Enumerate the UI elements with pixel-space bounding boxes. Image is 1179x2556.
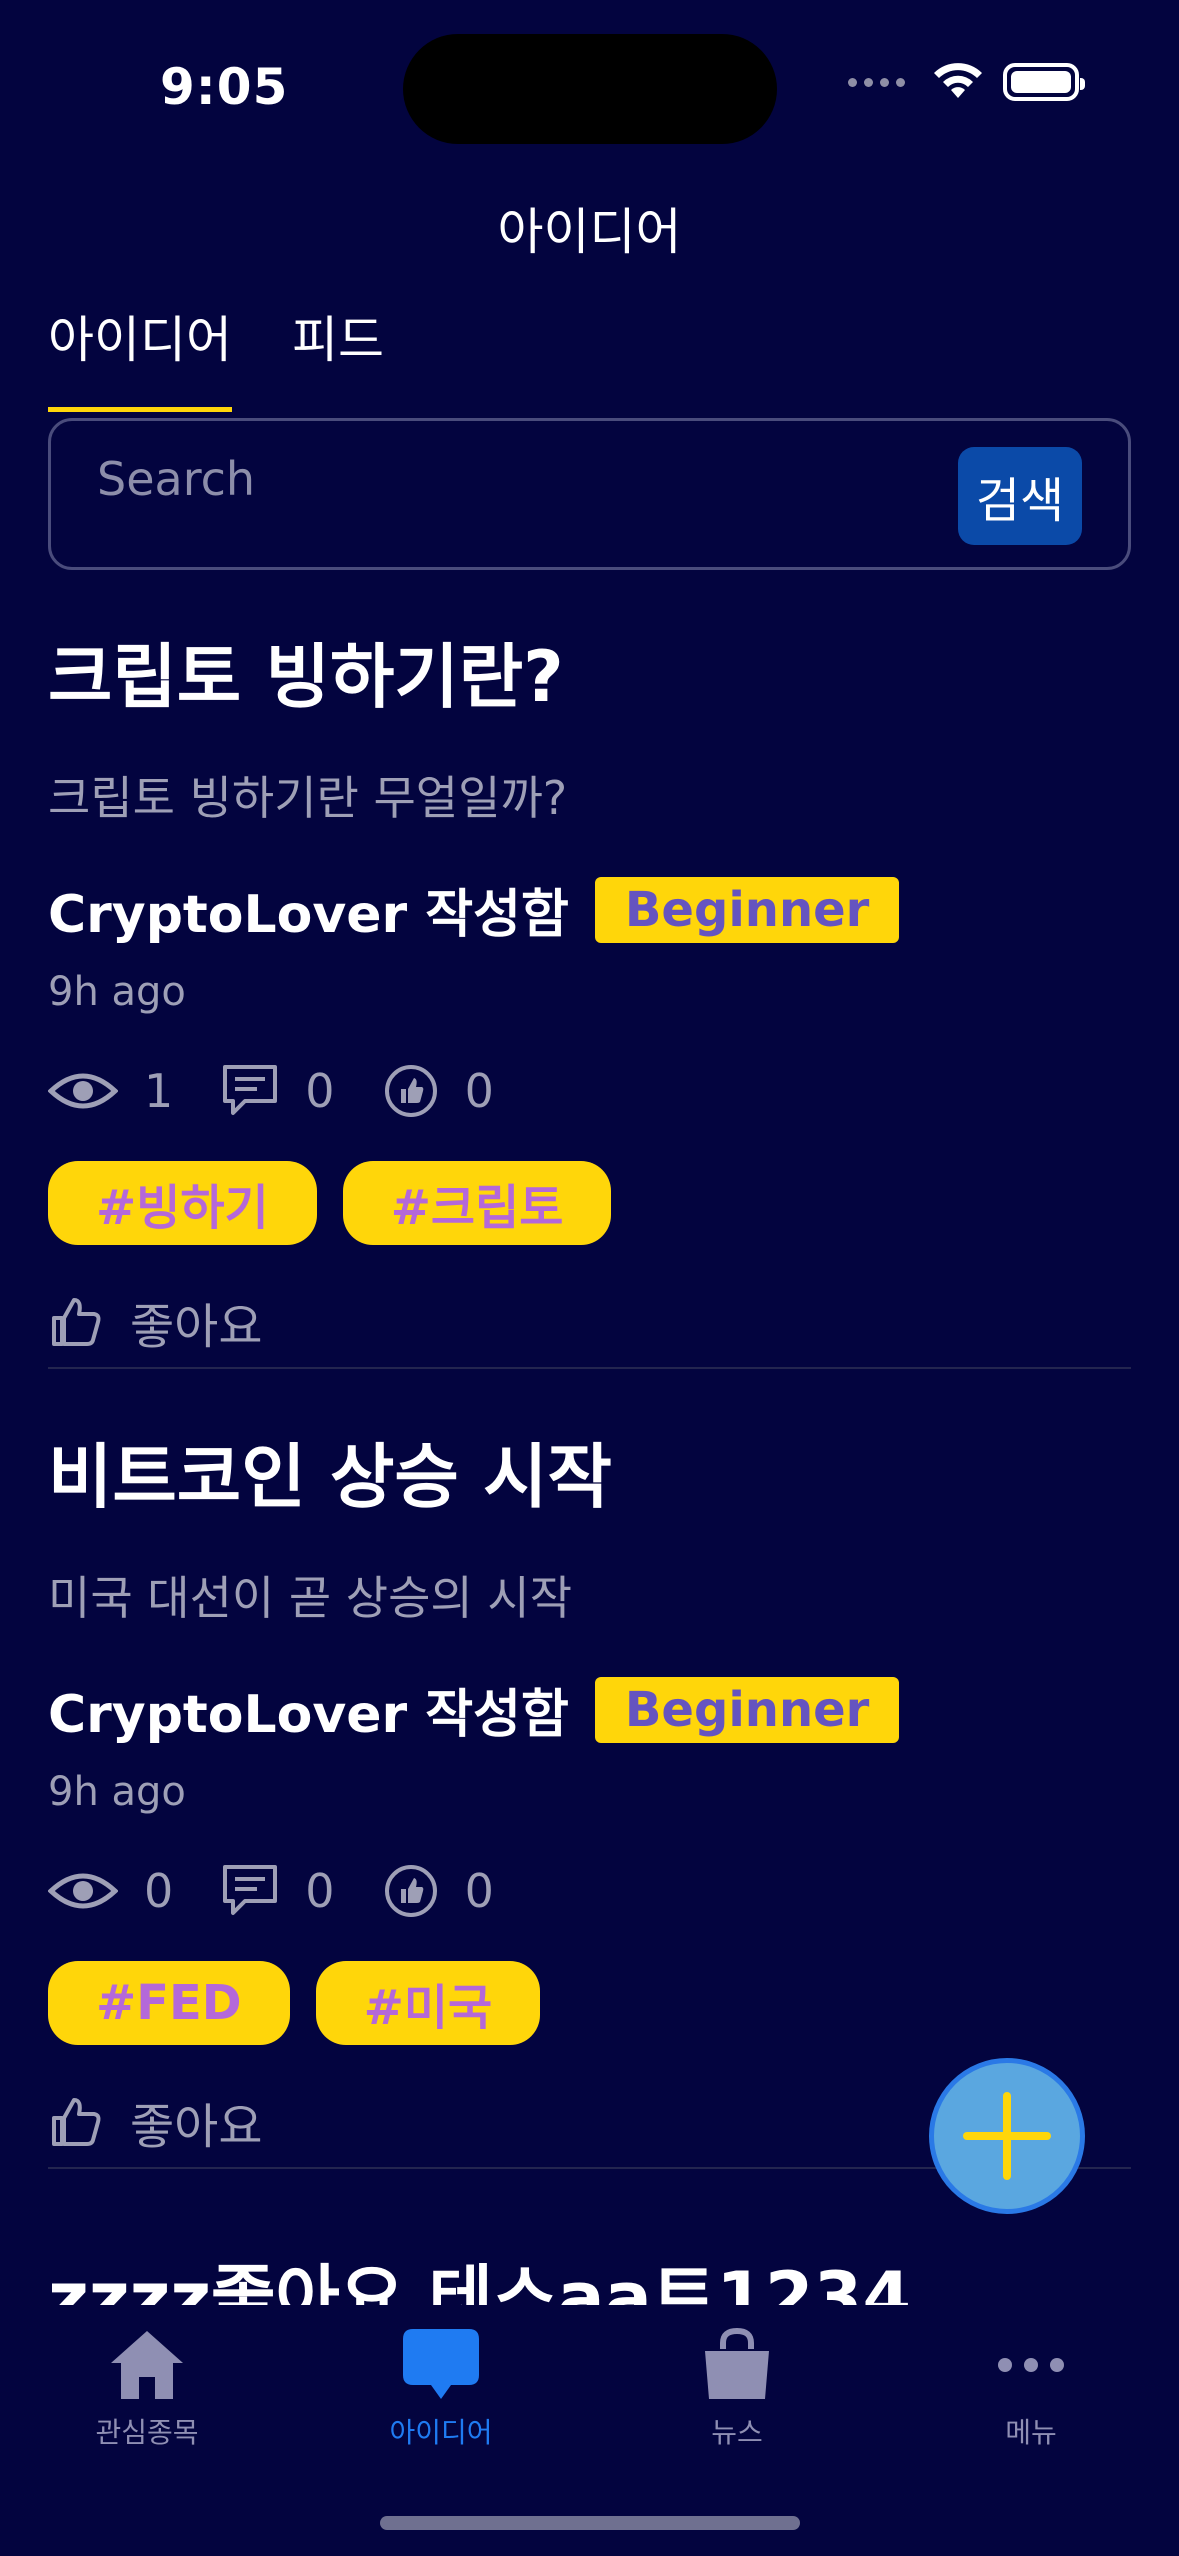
house-icon	[111, 2331, 183, 2399]
plus-icon	[963, 2092, 1051, 2180]
dynamic-island	[403, 34, 777, 144]
likes-count: 0	[464, 1064, 494, 1118]
like-button[interactable]: 좋아요	[48, 1287, 1131, 1357]
bag-icon	[705, 2327, 769, 2399]
post-time: 9h ago	[48, 1769, 186, 1815]
home-indicator[interactable]	[380, 2516, 800, 2530]
tabbar-item-news[interactable]: 뉴스	[637, 2327, 837, 2451]
tabbar-item-ideas[interactable]: 아이디어	[341, 2327, 541, 2451]
post-summary: 미국 대선이 곧 상승의 시작	[48, 1571, 573, 1625]
comments-count: 0	[305, 1064, 335, 1118]
status-time: 9:05	[160, 58, 289, 116]
comments-count: 0	[305, 1864, 335, 1918]
ellipsis-icon	[998, 2358, 1064, 2372]
post-title[interactable]: 크립토 빙하기란?	[48, 642, 1131, 712]
post-stats: 0 0 0	[48, 1859, 1131, 1923]
likes-stat: 0	[383, 1863, 494, 1919]
thumbs-up-icon	[52, 1298, 101, 1346]
tabbar-item-watchlist[interactable]: 관심종목	[47, 2327, 247, 2451]
tag-chip[interactable]: #빙하기	[48, 1161, 317, 1245]
wifi-icon	[934, 63, 982, 98]
chat-bubble-icon	[403, 2329, 479, 2399]
author-row: CryptoLover 작성함 Beginner	[48, 872, 1131, 947]
eye-icon	[48, 1873, 118, 1909]
tabbar-label: 관심종목	[95, 2416, 199, 2449]
views-count: 0	[144, 1864, 174, 1918]
tag-chip[interactable]: #크립토	[342, 1161, 612, 1245]
battery-icon	[1003, 63, 1085, 101]
post-time: 9h ago	[48, 969, 186, 1015]
comments-stat: 0	[221, 1863, 335, 1919]
search-button[interactable]: 검색	[958, 447, 1082, 545]
comments-stat: 0	[221, 1063, 335, 1119]
likes-count: 0	[464, 1864, 494, 1918]
add-post-button[interactable]	[929, 2058, 1085, 2214]
like-label: 좋아요	[130, 2099, 263, 2155]
tabbar-label: 아이디어	[389, 2416, 493, 2449]
tag-chip[interactable]: #미국	[315, 1961, 541, 2045]
views-stat: 1	[48, 1064, 173, 1118]
signal-dots-icon	[848, 77, 905, 87]
post-author[interactable]: CryptoLover 작성함	[48, 872, 569, 947]
comment-icon	[223, 1865, 278, 1915]
tag-list: #FED #미국	[48, 1961, 1131, 2045]
author-row: CryptoLover 작성함 Beginner	[48, 1672, 1131, 1747]
post-card[interactable]: 크립토 빙하기란? 크립토 빙하기란 무얼일까? CryptoLover 작성함…	[48, 642, 1131, 1357]
eye-icon	[48, 1073, 118, 1109]
post-author[interactable]: CryptoLover 작성함	[48, 1672, 569, 1747]
search-input[interactable]	[97, 449, 947, 509]
views-count: 1	[144, 1064, 174, 1118]
tabbar-label: 메뉴	[1005, 2416, 1057, 2449]
level-badge: Beginner	[594, 876, 900, 943]
thumbs-up-circle-icon	[384, 1065, 437, 1117]
like-label: 좋아요	[130, 1299, 263, 1355]
tabbar-label: 뉴스	[711, 2416, 763, 2449]
tag-chip[interactable]: #FED	[48, 1961, 290, 2045]
comment-icon	[223, 1065, 278, 1115]
likes-stat: 0	[383, 1063, 494, 1119]
post-summary: 크립토 빙하기란 무얼일까?	[48, 771, 568, 825]
tab-feed[interactable]: 피드	[292, 300, 384, 412]
tabbar-item-menu[interactable]: 메뉴	[931, 2327, 1131, 2451]
tab-ideas[interactable]: 아이디어	[48, 300, 232, 412]
search-box: 검색	[48, 418, 1131, 570]
segment-tabs: 아이디어 피드	[48, 300, 384, 412]
views-stat: 0	[48, 1864, 173, 1918]
page-title: 아이디어	[497, 203, 682, 261]
post-stats: 1 0 0	[48, 1059, 1131, 1123]
thumbs-up-circle-icon	[384, 1865, 437, 1917]
post-title[interactable]: 비트코인 상승 시작	[48, 1442, 1131, 1512]
level-badge: Beginner	[594, 1676, 900, 1743]
tag-list: #빙하기 #크립토	[48, 1161, 1131, 1245]
status-icons	[848, 62, 1085, 102]
post-card[interactable]: 비트코인 상승 시작 미국 대선이 곧 상승의 시작 CryptoLover 작…	[48, 1442, 1131, 2157]
thumbs-up-icon	[52, 2098, 101, 2146]
divider	[48, 1367, 1131, 1369]
